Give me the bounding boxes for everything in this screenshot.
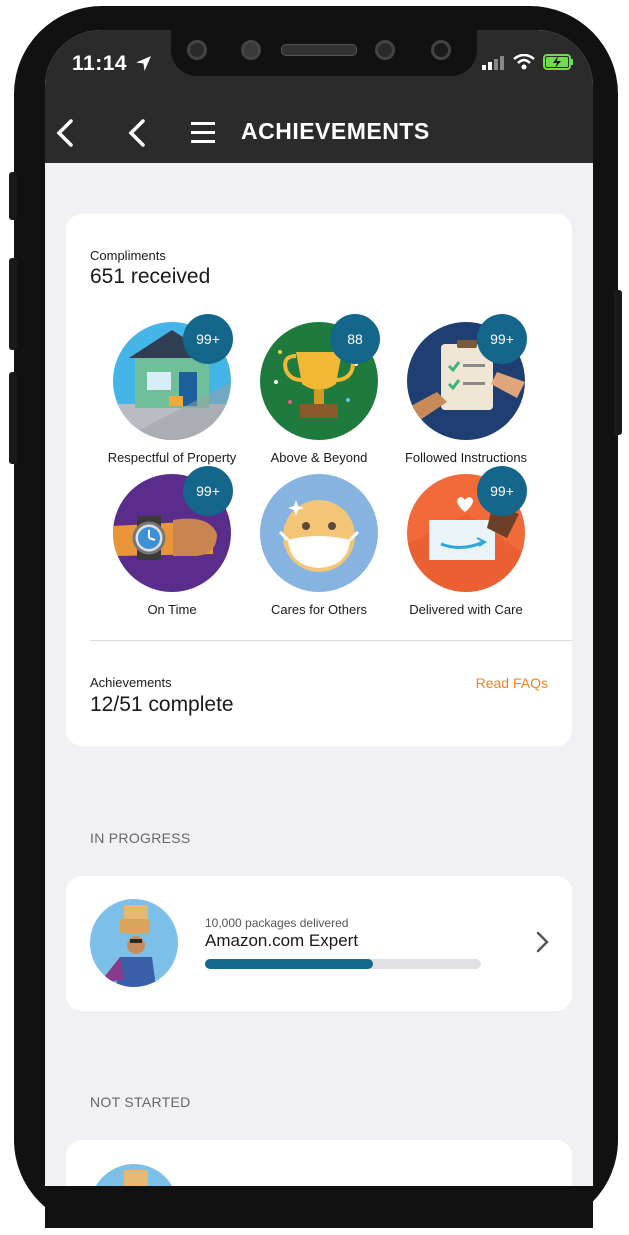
progress-bar-fill (205, 959, 374, 969)
chevron-right-icon[interactable] (534, 930, 550, 954)
status-time: 11:14 (72, 52, 152, 76)
in-progress-header: IN PROGRESS (90, 830, 191, 846)
not-started-header: NOT STARTED (90, 1094, 191, 1110)
screen: 11:14 ACHIEVEMENTS Compliments 651 recei… (45, 30, 593, 1210)
power-button (614, 290, 622, 435)
sensor-icon (241, 40, 261, 60)
badge-label: Cares for Others (270, 602, 368, 617)
masked-face-illustration (260, 474, 378, 592)
superhero-courier-illustration (90, 899, 178, 987)
silent-switch (9, 172, 17, 220)
badge-label: Respectful of Property (107, 450, 237, 465)
sensor-icon (431, 40, 451, 60)
nav-bar: ACHIEVEMENTS (45, 103, 593, 163)
read-faqs-link[interactable]: Read FAQs (476, 675, 548, 691)
badge-label: On Time (147, 602, 197, 617)
compliments-value: 651 received (90, 265, 211, 288)
achievements-value: 12/51 complete (90, 693, 234, 716)
badge-label: Followed Instructions (404, 450, 528, 465)
chevron-left-icon[interactable] (53, 115, 77, 151)
compliments-card: Compliments 651 received 99+ Respectful … (66, 214, 572, 746)
sensor-icon (187, 40, 207, 60)
divider (90, 640, 572, 641)
status-bar: 11:14 (45, 30, 593, 103)
page-title: ACHIEVEMENTS (241, 118, 430, 144)
progress-bar (205, 959, 481, 969)
compliment-count-badge: 99+ (477, 314, 527, 364)
achievement-subtitle: 10,000 packages delivered (205, 916, 349, 930)
battery-charging-icon (543, 54, 573, 70)
compliment-count-badge: 99+ (477, 466, 527, 516)
compliment-count-badge: 99+ (183, 314, 233, 364)
badge-label: Delivered with Care (409, 602, 523, 617)
camera-notch (171, 30, 477, 76)
achievement-row[interactable]: 10,000 packages delivered Amazon.com Exp… (66, 876, 572, 1011)
volume-down-button (9, 372, 17, 464)
achievements-label: Achievements (90, 675, 172, 690)
speaker-grille (281, 44, 357, 56)
front-camera-icon (375, 40, 395, 60)
badge-label: Above & Beyond (270, 450, 368, 465)
achievement-title: Amazon.com Expert (205, 931, 359, 950)
compliments-label: Compliments (90, 248, 166, 263)
hamburger-menu-icon[interactable] (191, 117, 215, 149)
volume-up-button (9, 258, 17, 350)
chevron-left-icon[interactable] (125, 115, 149, 151)
screen-bottom-bezel (45, 1186, 593, 1228)
status-icons (482, 53, 575, 75)
wifi-icon (512, 53, 535, 70)
compliment-count-badge: 99+ (183, 466, 233, 516)
location-arrow-icon (136, 56, 152, 71)
compliment-count-badge: 88 (330, 314, 380, 364)
signal-icon (482, 56, 505, 70)
